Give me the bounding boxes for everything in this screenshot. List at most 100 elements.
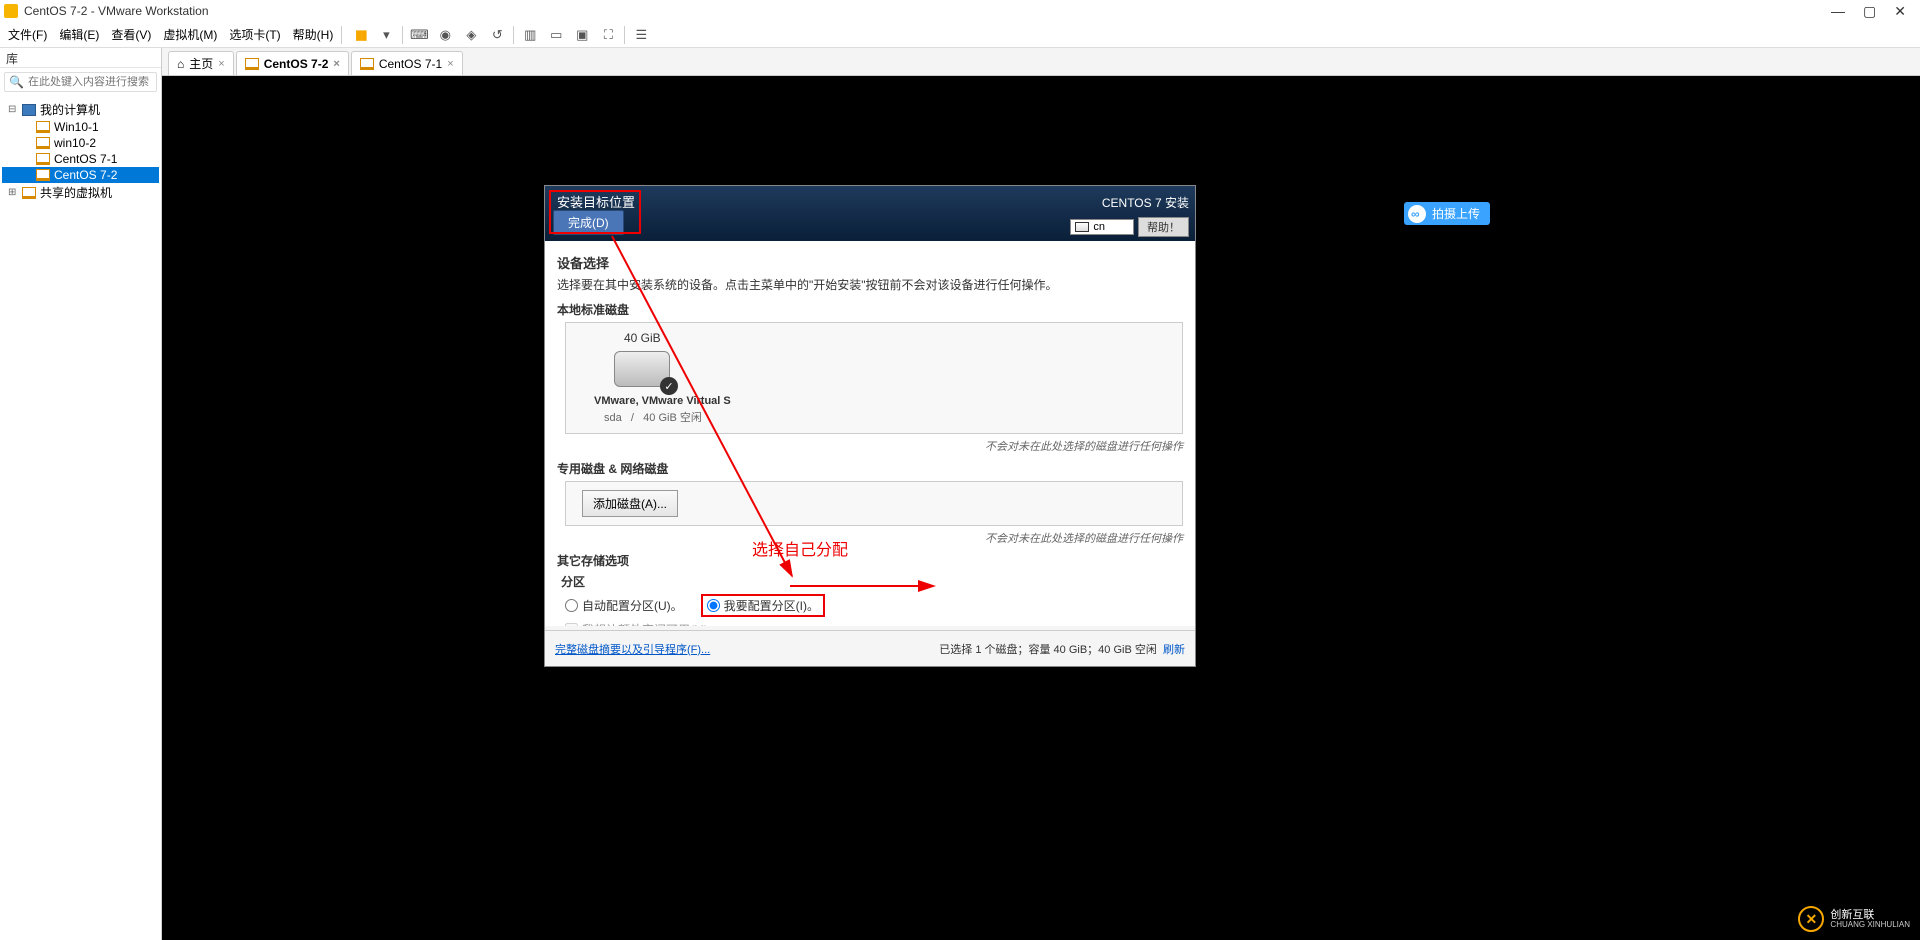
tree-root-mycomputer[interactable]: ⊟ 我的计算机 xyxy=(2,100,159,119)
logo-icon: ✕ xyxy=(1798,906,1824,932)
separator xyxy=(513,26,514,44)
cloud-icon: ∞ xyxy=(1411,207,1420,221)
disk-size: 40 GiB xyxy=(624,331,1174,345)
radio-label: 自动配置分区(U)。 xyxy=(582,597,683,614)
menu-help[interactable]: 帮助(H) xyxy=(293,26,334,43)
disk-note: 不会对未在此处选择的磁盘进行任何操作 xyxy=(557,438,1183,454)
tab-close-icon[interactable]: × xyxy=(447,58,453,70)
menubar: 文件(F) 编辑(E) 查看(V) 虚拟机(M) 选项卡(T) 帮助(H) ▮▮… xyxy=(0,22,1920,48)
upload-badge[interactable]: ∞ 拍摄上传 xyxy=(1404,202,1490,225)
vm-tree: ⊟ 我的计算机 Win10-1 win10-2 CentOS 7-1 CentO… xyxy=(0,96,161,206)
disk-detail: sda / 40 GiB 空闲 xyxy=(604,409,1174,425)
view-fullscreen-icon[interactable]: ⛶ xyxy=(598,25,618,45)
expand-icon[interactable]: ⊞ xyxy=(8,187,18,198)
send-keys-icon[interactable]: ⌨ xyxy=(409,25,429,45)
menu-tabs[interactable]: 选项卡(T) xyxy=(229,26,280,43)
search-icon: 🔍 xyxy=(9,75,24,89)
tree-item-win10-2[interactable]: win10-2 xyxy=(2,135,159,151)
tree-item-centos7-1[interactable]: CentOS 7-1 xyxy=(2,151,159,167)
vm-display[interactable]: ∞ 拍摄上传 安装目标位置 完成(D) CENTOS 7 安装 cn 帮助！ xyxy=(162,76,1920,940)
radio-auto-partition[interactable]: 自动配置分区(U)。 xyxy=(565,597,683,614)
maximize-button[interactable]: ▢ xyxy=(1863,3,1876,20)
power-dropdown-icon[interactable]: ▾ xyxy=(376,25,396,45)
vm-icon xyxy=(36,153,50,165)
tree-label: CentOS 7-1 xyxy=(54,152,117,166)
sidebar-header: 库 xyxy=(0,48,161,68)
menu-edit[interactable]: 编辑(E) xyxy=(59,26,99,43)
installer-title: 安装目标位置 xyxy=(557,192,635,211)
check-icon: ✓ xyxy=(660,377,678,395)
device-select-desc: 选择要在其中安装系统的设备。点击主菜单中的"开始安装"按钮前不会对该设备进行任何… xyxy=(557,276,1183,293)
add-disk-button[interactable]: 添加磁盘(A)... xyxy=(582,490,678,517)
watermark-logo: ✕ 创新互联 CHUANG XINHULIAN xyxy=(1798,906,1910,932)
tab-centos7-1[interactable]: CentOS 7-1 × xyxy=(351,51,463,75)
radio-input[interactable] xyxy=(565,599,578,612)
logo-subtext: CHUANG XINHULIAN xyxy=(1830,921,1910,929)
checkbox-input[interactable] xyxy=(565,623,578,626)
snapshot-mgr-icon[interactable]: ◈ xyxy=(461,25,481,45)
view-console-icon[interactable]: ▣ xyxy=(572,25,592,45)
checkbox-label: 我想让额外空间可用(M)。 xyxy=(582,621,720,626)
tabbar: ⌂ 主页 × CentOS 7-2 × CentOS 7-1 × xyxy=(162,48,1920,76)
search-input[interactable] xyxy=(28,76,170,88)
tab-close-icon[interactable]: × xyxy=(333,58,339,70)
help-button[interactable]: 帮助！ xyxy=(1138,217,1189,237)
window-controls: — ▢ ✕ xyxy=(1831,3,1916,20)
tab-label: CentOS 7-2 xyxy=(264,57,329,71)
menu-view[interactable]: 查看(V) xyxy=(111,26,151,43)
done-button[interactable]: 完成(D) xyxy=(553,210,624,235)
tree-label: 共享的虚拟机 xyxy=(40,184,112,201)
tree-root-shared[interactable]: ⊞ 共享的虚拟机 xyxy=(2,183,159,202)
vm-icon xyxy=(36,137,50,149)
installer-window: 安装目标位置 完成(D) CENTOS 7 安装 cn 帮助！ 设备选择 选择要… xyxy=(545,186,1195,666)
partition-label: 分区 xyxy=(561,573,1183,590)
search-box[interactable]: 🔍 xyxy=(4,72,157,92)
radio-manual-partition[interactable]: 我要配置分区(I)。 xyxy=(701,594,825,617)
checkbox-extra-space[interactable]: 我想让额外空间可用(M)。 xyxy=(565,621,1183,626)
tab-home[interactable]: ⌂ 主页 × xyxy=(168,51,234,75)
disk-item[interactable]: 40 GiB ✓ VMware, VMware Virtual S sda / … xyxy=(565,322,1183,434)
tree-item-win10-1[interactable]: Win10-1 xyxy=(2,119,159,135)
tree-label: Win10-1 xyxy=(54,120,99,134)
disk-name: VMware, VMware Virtual S xyxy=(594,395,1174,407)
disk-summary-link[interactable]: 完整磁盘摘要以及引导程序(F)... xyxy=(555,641,710,657)
vm-icon xyxy=(245,58,259,70)
library-toggle-icon[interactable]: ☰ xyxy=(631,25,651,45)
tab-centos7-2[interactable]: CentOS 7-2 × xyxy=(236,51,349,75)
minimize-button[interactable]: — xyxy=(1831,3,1845,20)
disk-icon: ✓ xyxy=(614,351,674,391)
tree-label: win10-2 xyxy=(54,136,96,150)
titlebar: CentOS 7-2 - VMware Workstation — ▢ ✕ xyxy=(0,0,1920,22)
lang-label: cn xyxy=(1093,221,1105,233)
special-disk-note: 不会对未在此处选择的磁盘进行任何操作 xyxy=(557,530,1183,546)
installer-header: 安装目标位置 完成(D) CENTOS 7 安装 cn 帮助！ xyxy=(545,186,1195,241)
refresh-link[interactable]: 刷新 xyxy=(1163,644,1185,656)
installer-product-title: CENTOS 7 安装 xyxy=(1102,194,1189,211)
tab-close-icon[interactable]: × xyxy=(218,58,224,70)
upload-label: 拍摄上传 xyxy=(1432,205,1480,222)
sidebar: 库 🔍 ⊟ 我的计算机 Win10-1 win10-2 CentOS 7-1 C… xyxy=(0,48,162,940)
separator xyxy=(402,26,403,44)
vm-icon xyxy=(36,121,50,133)
tree-item-centos7-2[interactable]: CentOS 7-2 xyxy=(2,167,159,183)
window-title: CentOS 7-2 - VMware Workstation xyxy=(24,4,209,18)
section-other-storage: 其它存储选项 xyxy=(557,552,1183,569)
pause-icon[interactable]: ▮▮ xyxy=(350,25,370,45)
tree-label: 我的计算机 xyxy=(40,101,100,118)
collapse-icon[interactable]: ⊟ xyxy=(8,104,18,115)
tab-label: CentOS 7-1 xyxy=(379,57,442,71)
revert-icon[interactable]: ↺ xyxy=(487,25,507,45)
view-unity-icon[interactable]: ▭ xyxy=(546,25,566,45)
keyboard-layout-selector[interactable]: cn xyxy=(1070,219,1134,235)
menu-file[interactable]: 文件(F) xyxy=(8,26,47,43)
radio-input[interactable] xyxy=(707,599,720,612)
snapshot-icon[interactable]: ◉ xyxy=(435,25,455,45)
menu-vm[interactable]: 虚拟机(M) xyxy=(163,26,217,43)
view-split-icon[interactable]: ▥ xyxy=(520,25,540,45)
shared-icon xyxy=(22,187,36,199)
close-button[interactable]: ✕ xyxy=(1894,3,1906,20)
keyboard-icon xyxy=(1075,222,1089,232)
home-icon: ⌂ xyxy=(177,57,184,71)
section-special-disk: 专用磁盘 & 网络磁盘 xyxy=(557,460,1183,477)
installer-footer: 完整磁盘摘要以及引导程序(F)... 已选择 1 个磁盘；容量 40 GiB；4… xyxy=(545,630,1195,666)
